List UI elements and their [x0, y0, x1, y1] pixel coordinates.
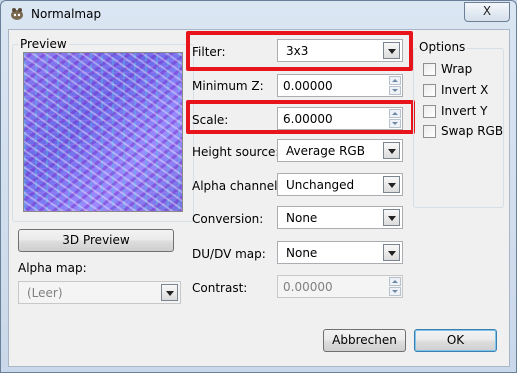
conversion-label: Conversion: — [192, 212, 264, 226]
alpha-map-select[interactable]: (Leer) — [18, 281, 181, 304]
normalmap-dialog: Normalmap X Preview 3D Preview Alpha map… — [0, 0, 517, 373]
contrast-spinner[interactable]: 0.00000 — [277, 275, 403, 298]
close-icon: X — [482, 4, 492, 18]
height-source-label: Height source: — [192, 145, 280, 159]
dudv-map-select[interactable]: None — [277, 241, 403, 264]
cancel-button[interactable]: Abbrechen — [323, 329, 406, 352]
spin-up-icon[interactable] — [389, 277, 401, 286]
chevron-down-icon[interactable] — [383, 176, 400, 193]
options-label: Options — [417, 40, 468, 54]
wrap-label[interactable]: Wrap — [441, 62, 472, 76]
swap-rgb-label[interactable]: Swap RGB — [441, 124, 503, 138]
dudv-map-label: DU/DV map: — [192, 247, 266, 261]
height-source-value: Average RGB — [286, 144, 365, 158]
contrast-value: 0.00000 — [283, 280, 333, 294]
preview-label: Preview — [18, 37, 69, 51]
ok-button[interactable]: OK — [414, 329, 497, 352]
conversion-value: None — [286, 211, 318, 225]
wrap-checkbox[interactable] — [423, 63, 436, 76]
chevron-down-icon[interactable] — [383, 209, 400, 226]
scale-highlight — [186, 100, 415, 134]
minimum-z-value: 0.00000 — [283, 79, 333, 93]
invert-y-label[interactable]: Invert Y — [441, 104, 487, 118]
minimum-z-label: Minimum Z: — [192, 79, 264, 93]
normalmap-preview-image — [23, 52, 183, 212]
invert-x-checkbox[interactable] — [423, 84, 436, 97]
close-button[interactable]: X — [464, 2, 510, 22]
filter-highlight — [186, 31, 413, 71]
chevron-down-icon[interactable] — [161, 284, 178, 301]
window-title: Normalmap — [31, 7, 102, 21]
alpha-channel-label: Alpha channel: — [192, 179, 282, 193]
chevron-down-icon[interactable] — [383, 244, 400, 261]
invert-x-label[interactable]: Invert X — [441, 83, 488, 97]
height-source-select[interactable]: Average RGB — [277, 139, 403, 162]
invert-y-checkbox[interactable] — [423, 105, 436, 118]
dialog-content: Preview 3D Preview Alpha map: (Leer) Fil… — [8, 29, 510, 367]
alpha-map-value: (Leer) — [27, 286, 63, 300]
3d-preview-button[interactable]: 3D Preview — [18, 229, 174, 252]
minimum-z-spinner[interactable]: 0.00000 — [277, 74, 403, 97]
spin-up-icon[interactable] — [389, 76, 401, 85]
gimp-icon — [11, 8, 23, 20]
spin-down-icon[interactable] — [389, 287, 401, 296]
alpha-channel-select[interactable]: Unchanged — [277, 173, 403, 196]
spin-down-icon[interactable] — [389, 86, 401, 95]
dudv-map-value: None — [286, 246, 318, 260]
alpha-channel-value: Unchanged — [286, 178, 355, 192]
title-bar[interactable]: Normalmap X — [1, 1, 516, 29]
chevron-down-icon[interactable] — [383, 142, 400, 159]
contrast-label: Contrast: — [192, 281, 248, 295]
swap-rgb-checkbox[interactable] — [423, 125, 436, 138]
alpha-map-label: Alpha map: — [18, 261, 87, 275]
conversion-select[interactable]: None — [277, 206, 403, 229]
